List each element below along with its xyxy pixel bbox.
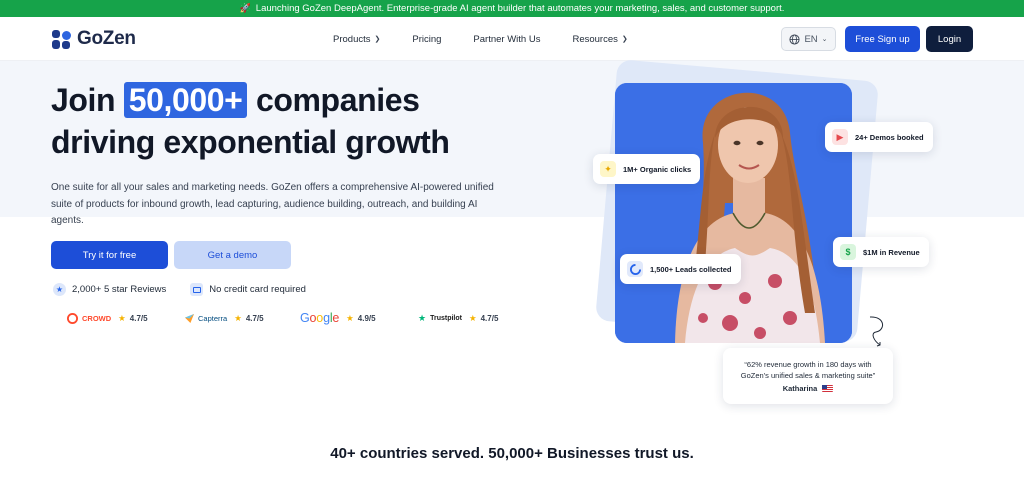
main-nav: Products ❯ Pricing Partner With Us Resou… [333, 17, 660, 61]
nav-partner-label: Partner With Us [473, 33, 541, 45]
rating-score: 4.7/5 [480, 314, 499, 323]
no-card-badge: No credit card required [209, 284, 306, 295]
stat-revenue: $ $1M in Revenue [833, 237, 929, 267]
stat-demos-booked: ▶ 24+ Demos booked [825, 122, 933, 152]
rocket-icon: 🚀 [239, 3, 251, 13]
chevron-down-icon: ❯ [374, 36, 381, 43]
reviews-badge: 2,000+ 5 star Reviews [72, 284, 167, 295]
hero-subtext: One suite for all your sales and marketi… [51, 182, 494, 226]
nav-pricing[interactable]: Pricing [412, 34, 441, 45]
nav-pricing-label: Pricing [412, 33, 442, 45]
star-icon: ★ [234, 313, 242, 323]
star-icon: ★ [468, 313, 477, 323]
quote-line1: “62% revenue growth in 180 days with [744, 360, 872, 369]
language-selector[interactable]: EN ⌄ [781, 27, 836, 51]
dollar-icon: $ [840, 244, 856, 260]
rating-trustpilot: ★ Trustpilot ★ 4.7/5 [418, 313, 498, 324]
stat-text: $1M in Revenue [863, 247, 920, 257]
play-icon: ▶ [832, 129, 848, 145]
hero-person-photo [615, 83, 852, 343]
stat-text: 24+ Demos booked [855, 132, 924, 142]
capterra-logo-icon [185, 314, 194, 323]
nav-products[interactable]: Products ❯ [333, 34, 380, 45]
logo-text: GoZen [77, 28, 136, 49]
try-free-button[interactable]: Try it for free [51, 241, 168, 269]
logo[interactable]: GoZen [52, 28, 136, 50]
hero-headline: Join 50,000+ companies driving exponenti… [51, 79, 450, 163]
rating-g2crowd: CROWD ★ 4.7/5 [67, 313, 148, 324]
headline-highlight: 50,000+ [123, 82, 248, 118]
headline-pre: Join [51, 82, 116, 118]
g2-logo-icon [67, 313, 78, 324]
free-signup-button[interactable]: Free Sign up [845, 26, 920, 52]
language-label: EN [804, 33, 818, 45]
globe-icon [789, 33, 800, 45]
rating-score: 4.9/5 [357, 313, 376, 323]
chevron-down-icon: ❯ [621, 36, 628, 43]
site-header: GoZen Products ❯ Pricing Partner With Us… [0, 17, 1024, 61]
brand-name: Capterra [198, 314, 228, 323]
trustpilot-star-icon: ★ [418, 313, 427, 323]
sparkle-icon: ✦ [600, 161, 616, 177]
rating-score: 4.7/5 [245, 314, 264, 323]
stat-text: 1M+ Organic clicks [623, 164, 692, 174]
trust-headline: 40+ countries served. 50,000+ Businesses… [330, 445, 694, 462]
get-demo-button[interactable]: Get a demo [174, 241, 291, 269]
brand-name: Trustpilot [430, 315, 462, 322]
stat-organic-clicks: ✦ 1M+ Organic clicks [593, 154, 701, 184]
author-name: Katharina [782, 384, 818, 393]
nav-partner[interactable]: Partner With Us [473, 34, 540, 45]
rating-score: 4.7/5 [129, 314, 148, 323]
headline-post: companies [255, 82, 420, 118]
quote-line2: GoZen's unified sales & marketing suite” [740, 371, 876, 380]
nav-resources-label: Resources [572, 33, 618, 45]
testimonial-card: “62% revenue growth in 180 days with GoZ… [723, 348, 893, 404]
stat-leads: 1,500+ Leads collected [620, 254, 741, 284]
person-illustration [615, 83, 852, 343]
star-icon: ★ [53, 283, 66, 296]
nav-resources[interactable]: Resources ❯ [572, 34, 627, 45]
progress-icon [627, 261, 643, 277]
nav-products-label: Products [333, 33, 371, 45]
login-button[interactable]: Login [926, 26, 973, 52]
rating-google: Google ★ 4.9/5 [300, 311, 376, 325]
gozen-logo-icon [52, 29, 71, 49]
rating-capterra: Capterra ★ 4.7/5 [185, 313, 264, 324]
google-logo-icon: Google [300, 311, 340, 325]
announcement-text: Launching GoZen DeepAgent. Enterprise-gr… [255, 3, 785, 14]
brand-name: CROWD [82, 314, 112, 323]
announcement-bar[interactable]: 🚀 Launching GoZen DeepAgent. Enterprise-… [0, 0, 1024, 17]
chevron-down-icon: ⌄ [821, 36, 828, 43]
credit-card-icon [190, 283, 204, 296]
headline-line2: driving exponential growth [51, 124, 450, 160]
review-ratings: CROWD ★ 4.7/5 Capterra ★ 4.7/5 Google ★ … [0, 311, 520, 329]
star-icon: ★ [346, 312, 354, 323]
us-flag-icon [822, 385, 834, 392]
curved-arrow-icon [869, 316, 883, 347]
quote-author: Katharina [723, 383, 893, 394]
trust-badges: ★ 2,000+ 5 star Reviews No credit card r… [53, 283, 306, 296]
stat-text: 1,500+ Leads collected [650, 264, 732, 274]
star-icon: ★ [118, 313, 126, 323]
